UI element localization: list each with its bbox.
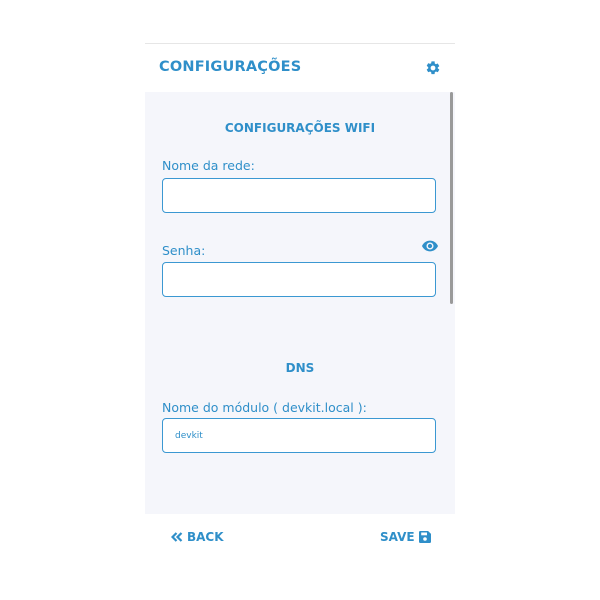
- password-label: Senha:: [162, 243, 206, 258]
- header: CONFIGURAÇÕES: [145, 44, 455, 92]
- floppy-disk-icon: [418, 531, 431, 543]
- dns-section-title: DNS: [285, 361, 315, 375]
- settings-content: CONFIGURAÇÕES WIFI Nome da rede: Senha: …: [145, 92, 455, 514]
- save-button-label: SAVE: [380, 530, 415, 544]
- page-title: CONFIGURAÇÕES: [159, 59, 302, 75]
- module-name-input[interactable]: [162, 418, 436, 453]
- gear-icon[interactable]: [425, 60, 441, 76]
- network-name-label: Nome da rede:: [162, 158, 255, 173]
- double-chevron-left-icon: [171, 532, 183, 542]
- save-button[interactable]: SAVE: [380, 530, 431, 544]
- network-name-input[interactable]: [162, 178, 436, 213]
- wifi-section-title: CONFIGURAÇÕES WIFI: [224, 121, 376, 135]
- footer: BACK SAVE: [145, 514, 455, 563]
- module-name-label: Nome do módulo ( devkit.local ):: [162, 400, 367, 415]
- back-button[interactable]: BACK: [171, 530, 224, 544]
- password-input[interactable]: [162, 262, 436, 297]
- back-button-label: BACK: [187, 530, 224, 544]
- settings-screen: CONFIGURAÇÕES CONFIGURAÇÕES WIFI Nome da…: [145, 43, 455, 563]
- eye-icon[interactable]: [422, 240, 438, 252]
